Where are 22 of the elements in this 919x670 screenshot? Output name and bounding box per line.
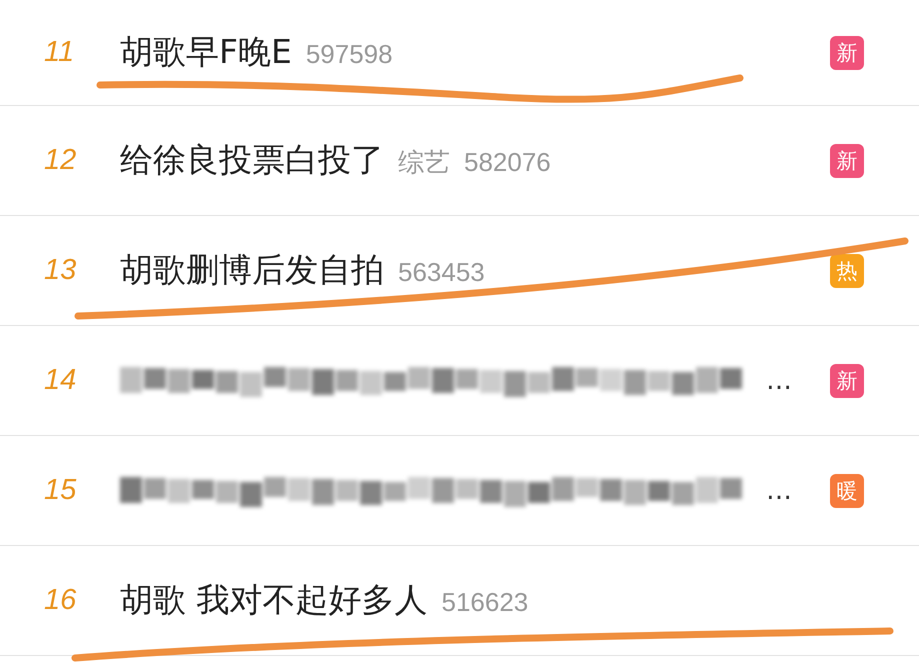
topic-title[interactable]: 胡歌删博后发自拍 (120, 248, 384, 293)
tag-badge: 新 (830, 144, 864, 178)
tag-badge: 新 (830, 36, 864, 70)
heat-count: 516623 (442, 587, 528, 618)
rank-number: 15 (44, 474, 78, 507)
topic-title[interactable]: 胡歌 我对不起好多人 (120, 578, 428, 623)
rank-number: 11 (44, 36, 76, 69)
topic-title[interactable]: 给徐良投票白投了 (120, 138, 384, 183)
heat-count: 582076 (464, 147, 551, 178)
tag-badge: 新 (830, 364, 864, 398)
ellipsis: … (766, 366, 792, 396)
tag-badge: 暖 (830, 474, 864, 508)
heat-count: 597598 (306, 39, 393, 70)
category-label: 综艺 (398, 146, 450, 179)
rank-number: 14 (44, 364, 78, 397)
rank-number: 13 (44, 254, 78, 287)
heat-count: 563453 (398, 257, 485, 288)
topic-title[interactable]: 胡歌早F晚E (120, 30, 292, 75)
rank-number: 12 (44, 144, 78, 177)
ellipsis: … (766, 476, 792, 506)
rank-number: 16 (44, 584, 78, 617)
tag-badge: 热 (830, 254, 864, 288)
